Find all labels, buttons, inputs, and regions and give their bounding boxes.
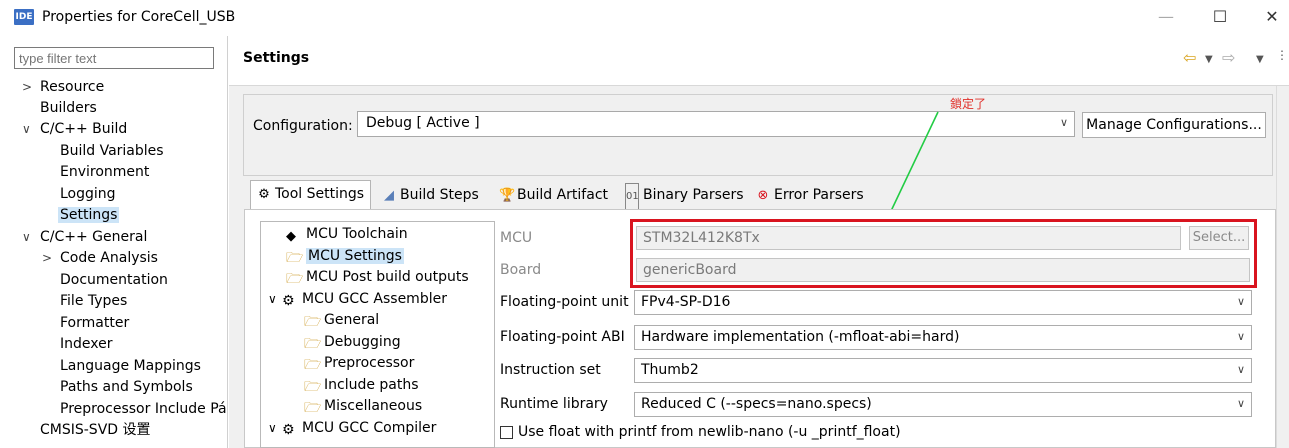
tool-tree-item-gcc-assembler[interactable]: ∨ ⚙ MCU GCC Assembler [268, 290, 447, 309]
tree-item-builders[interactable]: Builders [22, 99, 97, 117]
collapse-icon[interactable]: ∨ [268, 419, 282, 437]
gear-icon: ⚙ [282, 422, 295, 438]
expand-icon[interactable]: > [42, 249, 54, 267]
expand-icon[interactable]: > [22, 78, 34, 96]
tool-tree-item-mcu-toolchain[interactable]: ◆ MCU Toolchain [286, 225, 408, 244]
tool-tree-item-gcc-compiler[interactable]: ∨ ⚙ MCU GCC Compiler [268, 419, 436, 438]
tree-item-file-types[interactable]: File Types [60, 292, 127, 310]
settings-header [229, 36, 1289, 86]
window-title: Properties for CoreCell_USB [42, 9, 236, 25]
menu-icon[interactable]: ⋮ [1276, 48, 1288, 62]
configuration-label: Configuration: [253, 118, 353, 134]
tree-item-paths-and-symbols[interactable]: Paths and Symbols [60, 378, 193, 396]
tool-tree-item-miscellaneous[interactable]: 🗁 Miscellaneous [304, 397, 422, 416]
folder-gear-icon: 🗁 [286, 250, 304, 266]
chevron-down-icon: ∨ [1236, 295, 1245, 308]
tree-item-preprocessor-include[interactable]: Preprocessor Include Pá [60, 400, 226, 418]
tree-item-code-analysis[interactable]: > Code Analysis [42, 249, 158, 267]
tree-item-documentation[interactable]: Documentation [60, 271, 168, 289]
tool-tree-item-general[interactable]: 🗁 General [304, 311, 379, 330]
tree-item-cpp-general[interactable]: ∨ C/C++ General [22, 228, 147, 246]
tree-item-indexer[interactable]: Indexer [60, 335, 112, 353]
tool-tree-item-preprocessor[interactable]: 🗁 Preprocessor [304, 354, 414, 373]
tab-tool-settings[interactable]: ⚙ Tool Settings [250, 180, 372, 210]
gear-icon: ⚙ [258, 187, 270, 202]
maximize-button[interactable]: ☐ [1202, 5, 1238, 29]
tab-binary-parsers[interactable]: 01 Binary Parsers [619, 182, 750, 211]
tree-item-cpp-build[interactable]: ∨ C/C++ Build [22, 120, 127, 138]
tab-build-artifact[interactable]: 🏆 Build Artifact [493, 182, 614, 209]
printf-float-checkbox[interactable] [500, 426, 513, 439]
tree-item-formatter[interactable]: Formatter [60, 314, 129, 332]
trophy-icon: 🏆 [499, 188, 516, 203]
float-abi-label: Floating-point ABI [500, 329, 625, 345]
filter-input[interactable] [14, 47, 214, 69]
tab-build-steps[interactable]: ◢ Build Steps [376, 182, 485, 209]
configuration-select[interactable]: Debug [ Active ] ∨ [357, 111, 1075, 137]
tree-item-logging[interactable]: Logging [60, 185, 116, 203]
diamond-icon: ◆ [286, 229, 296, 244]
gear-icon: ⚙ [282, 293, 295, 309]
tree-item-resource[interactable]: > Resource [22, 78, 104, 96]
tree-item-cmsis-svd[interactable]: CMSIS-SVD 设置 [40, 421, 151, 439]
chevron-down-icon: ∨ [1059, 116, 1068, 129]
minimize-button[interactable]: — [1148, 5, 1184, 29]
tab-error-parsers[interactable]: ⊗ Error Parsers [750, 182, 870, 209]
binary-icon: 01 [625, 183, 639, 211]
tool-tree-item-debugging[interactable]: 🗁 Debugging [304, 333, 401, 352]
vertical-scrollbar[interactable] [1276, 86, 1289, 448]
folder-gear-icon: 🗁 [304, 400, 322, 416]
board-label: Board [500, 262, 542, 278]
tree-item-settings[interactable]: Settings [58, 206, 120, 224]
back-dropdown-icon[interactable]: ▼ [1205, 54, 1213, 65]
page-title: Settings [243, 50, 310, 66]
forward-dropdown-icon[interactable]: ▼ [1256, 54, 1264, 65]
folder-gear-icon: 🗁 [286, 271, 304, 287]
tree-item-environment[interactable]: Environment [60, 163, 149, 181]
chevron-down-icon: ∨ [1236, 363, 1245, 376]
tool-tree-item-include-paths[interactable]: 🗁 Include paths [304, 376, 419, 395]
instruction-set-select[interactable]: Thumb2 ∨ [634, 358, 1252, 383]
tool-tree-item-post-build[interactable]: 🗁 MCU Post build outputs [286, 268, 469, 287]
highlight-box [630, 219, 1257, 288]
tree-item-build-variables[interactable]: Build Variables [60, 142, 164, 160]
folder-gear-icon: 🗁 [304, 314, 322, 330]
chevron-down-icon: ∨ [1236, 397, 1245, 410]
collapse-icon[interactable]: ∨ [22, 228, 34, 246]
forward-arrow-icon[interactable]: ⇨ [1222, 48, 1235, 67]
float-abi-select[interactable]: Hardware implementation (-mfloat-abi=har… [634, 325, 1252, 350]
collapse-icon[interactable]: ∨ [22, 120, 34, 138]
error-icon: ⊗ [757, 188, 769, 203]
mcu-label: MCU [500, 230, 533, 246]
folder-gear-icon: 🗁 [304, 379, 322, 395]
printf-float-label: Use float with printf from newlib-nano (… [518, 424, 901, 440]
back-arrow-icon[interactable]: ⇦ [1183, 48, 1196, 67]
ide-app-icon: IDE [14, 9, 34, 25]
annotation-text: 鎖定了 [950, 97, 987, 111]
close-button[interactable]: ✕ [1254, 5, 1289, 29]
fpu-label: Floating-point unit [500, 294, 629, 310]
tree-item-language-mappings[interactable]: Language Mappings [60, 357, 201, 375]
tool-tree-item-mcu-settings[interactable]: 🗁 MCU Settings [286, 247, 404, 266]
runtime-library-label: Runtime library [500, 396, 608, 412]
runtime-library-select[interactable]: Reduced C (--specs=nano.specs) ∨ [634, 392, 1252, 417]
instruction-set-label: Instruction set [500, 362, 601, 378]
steps-icon: ◢ [384, 188, 394, 203]
chevron-down-icon: ∨ [1236, 330, 1245, 343]
folder-gear-icon: 🗁 [304, 336, 322, 352]
collapse-icon[interactable]: ∨ [268, 290, 282, 308]
manage-configurations-button[interactable]: Manage Configurations... [1082, 112, 1266, 138]
folder-gear-icon: 🗁 [304, 357, 322, 373]
fpu-select[interactable]: FPv4-SP-D16 ∨ [634, 290, 1252, 315]
